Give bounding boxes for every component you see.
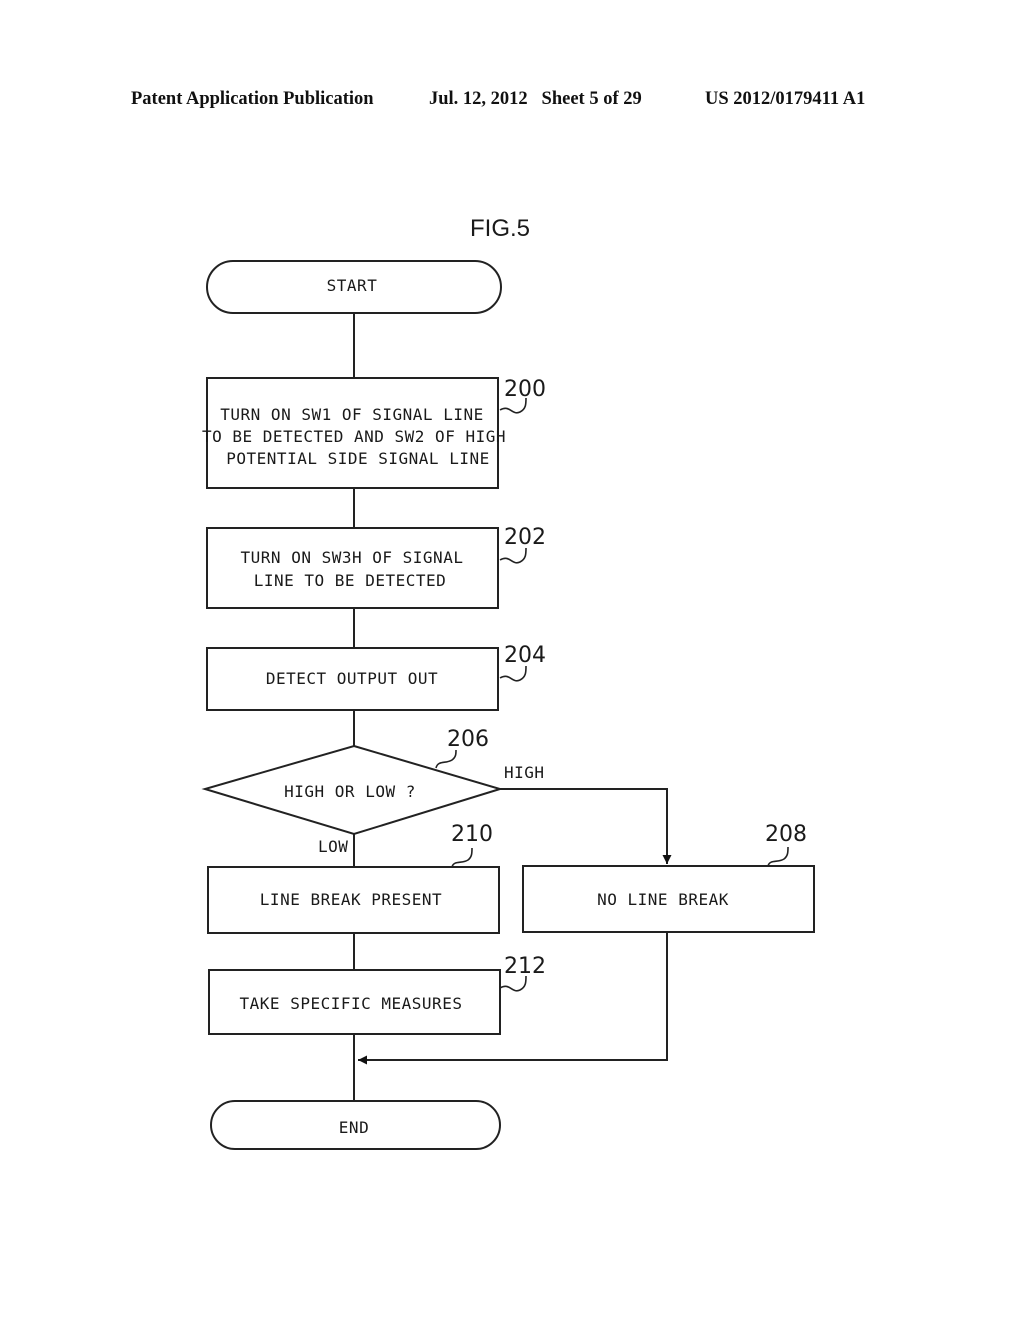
step-208-line-1: NO LINE BREAK xyxy=(597,890,729,909)
step-204-ref: 204 xyxy=(504,643,546,668)
step-206-ref: 206 xyxy=(447,727,489,752)
step-208-leader xyxy=(767,846,789,867)
step-204-line-1: DETECT OUTPUT OUT xyxy=(266,669,438,688)
figure-title: FIG.5 xyxy=(470,215,530,242)
step-202-leader xyxy=(499,547,527,564)
start-label: START xyxy=(327,276,378,295)
step-202-line-1: TURN ON SW3H OF SIGNAL xyxy=(241,548,464,567)
step-202-ref: 202 xyxy=(504,525,546,550)
step-208-ref: 208 xyxy=(765,822,807,847)
step-210-line-1: LINE BREAK PRESENT xyxy=(260,890,442,909)
flowchart: FIG.5 START TURN ON SW1 OF SIGNAL LINE T… xyxy=(201,215,815,1150)
step-206-leader xyxy=(435,749,457,769)
step-202-box xyxy=(206,527,499,609)
step-212-line-1: TAKE SPECIFIC MEASURES xyxy=(240,994,463,1013)
branch-low-label: LOW xyxy=(318,837,348,856)
step-210-leader xyxy=(451,847,473,868)
step-210-ref: 210 xyxy=(451,822,493,847)
end-label: END xyxy=(339,1118,369,1137)
step-212-ref: 212 xyxy=(504,954,546,979)
step-200-line-1: TURN ON SW1 OF SIGNAL LINE xyxy=(220,405,483,424)
branch-high-label: HIGH xyxy=(504,763,545,782)
step-202-line-2: LINE TO BE DETECTED xyxy=(254,571,447,590)
connector-206-208-arrow xyxy=(500,788,672,864)
step-200-ref: 200 xyxy=(504,377,546,402)
step-206-label: HIGH OR LOW ? xyxy=(284,782,416,801)
step-204-leader xyxy=(499,665,527,682)
step-200-line-3: POTENTIAL SIDE SIGNAL LINE xyxy=(226,449,489,468)
step-200-line-2: TO BE DETECTED AND SW2 OF HIGH xyxy=(202,427,506,446)
